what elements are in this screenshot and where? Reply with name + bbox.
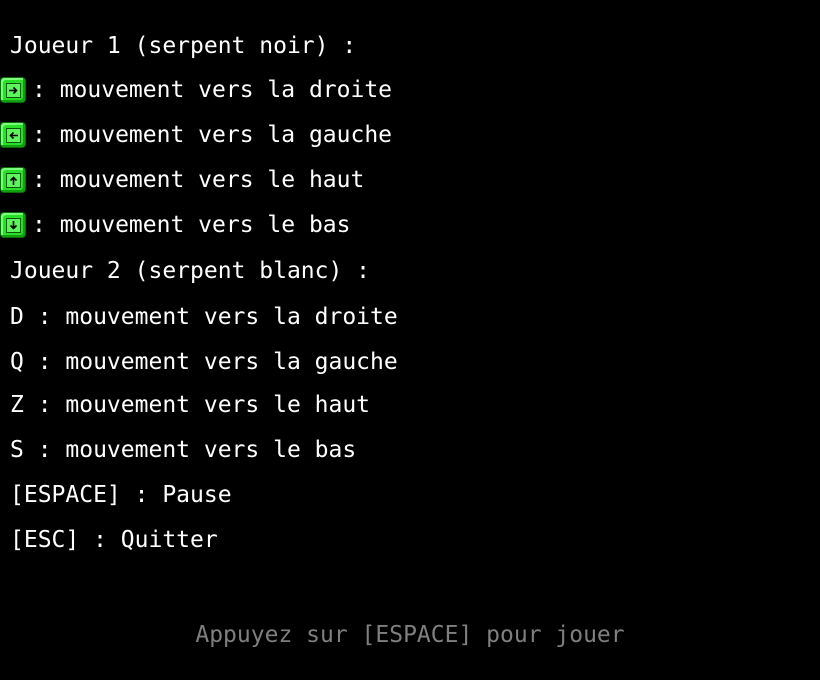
start-prompt: Appuyez sur [ESPACE] pour jouer [195,622,625,648]
arrow-down-key-icon [0,212,26,238]
quit-hint: [ESC] : Quitter [10,527,218,553]
player2-control-left: Q : mouvement vers la gauche [10,349,398,375]
player2-header: Joueur 2 (serpent blanc) : [10,258,371,284]
control-label: : mouvement vers la droite [32,77,393,103]
controls-screen: Joueur 1 (serpent noir) : : mouvement ve… [0,0,820,680]
player2-control-right: D : mouvement vers la droite [10,304,398,330]
player1-control-left: : mouvement vers la gauche [0,119,392,151]
pause-hint: [ESPACE] : Pause [10,482,232,508]
player1-control-up: : mouvement vers le haut [0,164,364,196]
player2-control-up: Z : mouvement vers le haut [10,392,371,418]
player1-header: Joueur 1 (serpent noir) : [10,33,357,59]
player1-control-right: : mouvement vers la droite [0,74,392,106]
player2-control-down: S : mouvement vers le bas [10,437,357,463]
arrow-right-key-icon [0,77,26,103]
control-label: : mouvement vers le haut [32,167,365,193]
arrow-up-key-icon [0,167,26,193]
control-label: : mouvement vers la gauche [32,122,393,148]
control-label: : mouvement vers le bas [32,212,351,238]
arrow-left-key-icon [0,122,26,148]
player1-control-down: : mouvement vers le bas [0,209,351,241]
